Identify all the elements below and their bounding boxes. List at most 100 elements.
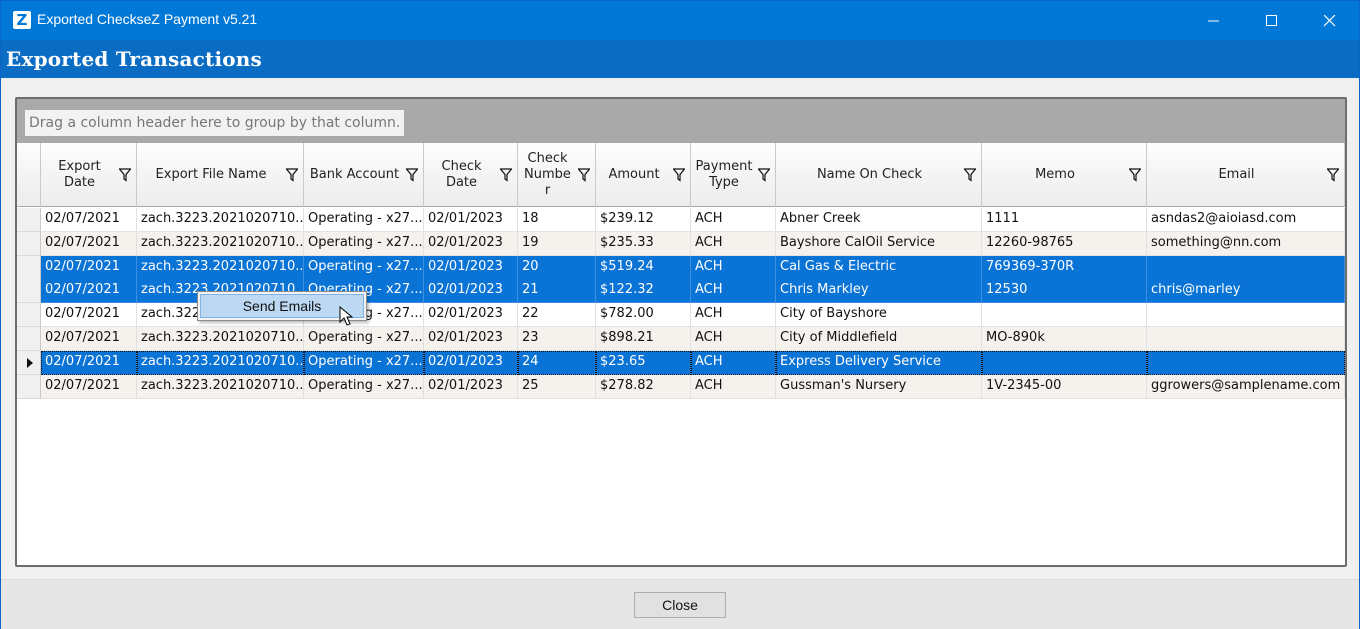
cell-amount[interactable]: $122.32 (596, 279, 691, 304)
cell-check-date[interactable]: 02/01/2023 (424, 231, 518, 256)
cell-payment-type[interactable]: ACH (691, 231, 776, 256)
cell-export-file-name[interactable]: zach.3223.2021020710... (137, 374, 304, 399)
table-row[interactable]: 02/07/2021zach.3223.2021020710...Operati… (17, 231, 1345, 256)
cell-email[interactable] (1147, 327, 1345, 351)
filter-icon[interactable] (1129, 168, 1141, 182)
filter-icon[interactable] (758, 168, 770, 182)
cell-export-date[interactable]: 02/07/2021 (41, 279, 137, 304)
row-indicator[interactable] (17, 303, 41, 328)
cell-payment-type[interactable]: ACH (691, 327, 776, 351)
filter-icon[interactable] (673, 168, 685, 182)
cell-payment-type[interactable]: ACH (691, 303, 776, 328)
column-header-email[interactable]: Email (1147, 143, 1345, 207)
cell-email[interactable]: asndas2@aioiasd.com (1147, 208, 1345, 232)
cell-export-date[interactable]: 02/07/2021 (41, 327, 137, 351)
cell-name-on-check[interactable]: City of Bayshore (776, 303, 982, 328)
cell-name-on-check[interactable]: Bayshore CalOil Service (776, 231, 982, 256)
cell-export-file-name[interactable]: zach.3223.2021020710... (137, 208, 304, 232)
filter-icon[interactable] (500, 168, 512, 182)
column-header-memo[interactable]: Memo (982, 143, 1147, 207)
column-header-amount[interactable]: Amount (596, 143, 691, 207)
minimize-button[interactable] (1185, 1, 1243, 40)
cell-export-file-name[interactable]: zach.3223.2021020710... (137, 327, 304, 351)
close-window-button[interactable] (1301, 1, 1359, 40)
row-indicator[interactable] (17, 279, 41, 304)
column-header-check-date[interactable]: Check Date (424, 143, 518, 207)
cell-check-date[interactable]: 02/01/2023 (424, 374, 518, 399)
cell-amount[interactable]: $898.21 (596, 327, 691, 351)
cell-check-number[interactable]: 19 (518, 231, 596, 256)
column-header-export-file-name[interactable]: Export File Name (137, 143, 304, 207)
cell-bank-account[interactable]: Operating - x27... (304, 327, 424, 351)
cell-export-date[interactable]: 02/07/2021 (41, 303, 137, 328)
cell-check-number[interactable]: 21 (518, 279, 596, 304)
row-indicator[interactable] (17, 327, 41, 351)
column-header-check-number[interactable]: Check Numbe r (518, 143, 596, 207)
group-by-panel[interactable]: Drag a column header here to group by th… (17, 99, 1345, 143)
cell-name-on-check[interactable]: City of Middlefield (776, 327, 982, 351)
cell-check-date[interactable]: 02/01/2023 (424, 208, 518, 232)
cell-amount[interactable]: $278.82 (596, 374, 691, 399)
row-indicator[interactable] (17, 255, 41, 280)
close-button[interactable]: Close (634, 592, 726, 618)
table-row[interactable]: 02/07/2021zach.3223.2021020710...Operati… (17, 208, 1345, 232)
cell-email[interactable] (1147, 255, 1345, 280)
cell-payment-type[interactable]: ACH (691, 255, 776, 280)
column-header-payment-type[interactable]: Payment Type (691, 143, 776, 207)
transactions-grid[interactable]: Drag a column header here to group by th… (15, 97, 1347, 567)
filter-icon[interactable] (286, 168, 298, 182)
cell-export-file-name[interactable]: zach.3223.2021020710... (137, 350, 304, 375)
cell-amount[interactable]: $235.33 (596, 231, 691, 256)
cell-check-date[interactable]: 02/01/2023 (424, 327, 518, 351)
cell-payment-type[interactable]: ACH (691, 374, 776, 399)
cell-export-date[interactable]: 02/07/2021 (41, 350, 137, 375)
table-row[interactable]: 02/07/2021zach.3223.2021020710...Operati… (17, 350, 1345, 375)
cell-bank-account[interactable]: Operating - x27... (304, 231, 424, 256)
cell-memo[interactable]: 12530 (982, 279, 1147, 304)
cell-check-date[interactable]: 02/01/2023 (424, 255, 518, 280)
column-header-export-date[interactable]: Export Date (41, 143, 137, 207)
cell-export-file-name[interactable]: zach.3223.2021020710... (137, 255, 304, 280)
table-row[interactable]: 02/07/2021zach.3223.2021020710...Operati… (17, 327, 1345, 351)
column-header-name-on-check[interactable]: Name On Check (776, 143, 982, 207)
cell-memo[interactable] (982, 350, 1147, 375)
cell-check-number[interactable]: 23 (518, 327, 596, 351)
cell-memo[interactable] (982, 303, 1147, 328)
row-indicator[interactable] (17, 208, 41, 232)
cell-export-date[interactable]: 02/07/2021 (41, 208, 137, 232)
filter-icon[interactable] (1327, 168, 1339, 182)
cell-memo[interactable]: 769369-370R (982, 255, 1147, 280)
filter-icon[interactable] (578, 168, 590, 182)
cell-check-date[interactable]: 02/01/2023 (424, 350, 518, 375)
cell-email[interactable] (1147, 350, 1345, 375)
cell-payment-type[interactable]: ACH (691, 208, 776, 232)
filter-icon[interactable] (119, 168, 131, 182)
cell-check-date[interactable]: 02/01/2023 (424, 279, 518, 304)
cell-amount[interactable]: $239.12 (596, 208, 691, 232)
table-row[interactable]: 02/07/2021zach.3223.2021020710...Operati… (17, 374, 1345, 399)
cell-email[interactable] (1147, 303, 1345, 328)
cell-export-date[interactable]: 02/07/2021 (41, 374, 137, 399)
cell-name-on-check[interactable]: Cal Gas & Electric (776, 255, 982, 280)
cell-export-file-name[interactable]: zach.3223.2021020710... (137, 231, 304, 256)
row-indicator[interactable] (17, 374, 41, 399)
cell-amount[interactable]: $519.24 (596, 255, 691, 280)
cell-bank-account[interactable]: Operating - x27... (304, 208, 424, 232)
title-bar[interactable]: Z Exported ChecksеZ Payment v5.21 (1, 1, 1359, 40)
cell-email[interactable]: something@nn.com (1147, 231, 1345, 256)
cell-export-date[interactable]: 02/07/2021 (41, 231, 137, 256)
cell-check-number[interactable]: 18 (518, 208, 596, 232)
cell-check-date[interactable]: 02/01/2023 (424, 303, 518, 328)
maximize-button[interactable] (1243, 1, 1301, 40)
cell-check-number[interactable]: 24 (518, 350, 596, 375)
row-indicator[interactable] (17, 231, 41, 256)
cell-bank-account[interactable]: Operating - x27... (304, 255, 424, 280)
cell-check-number[interactable]: 20 (518, 255, 596, 280)
cell-email[interactable]: chris@marley (1147, 279, 1345, 304)
cell-check-number[interactable]: 22 (518, 303, 596, 328)
cell-memo[interactable]: 12260-98765 (982, 231, 1147, 256)
cell-amount[interactable]: $782.00 (596, 303, 691, 328)
cell-memo[interactable]: MO-890k (982, 327, 1147, 351)
cell-name-on-check[interactable]: Express Delivery Service (776, 350, 982, 375)
column-header-bank-account[interactable]: Bank Account (304, 143, 424, 207)
